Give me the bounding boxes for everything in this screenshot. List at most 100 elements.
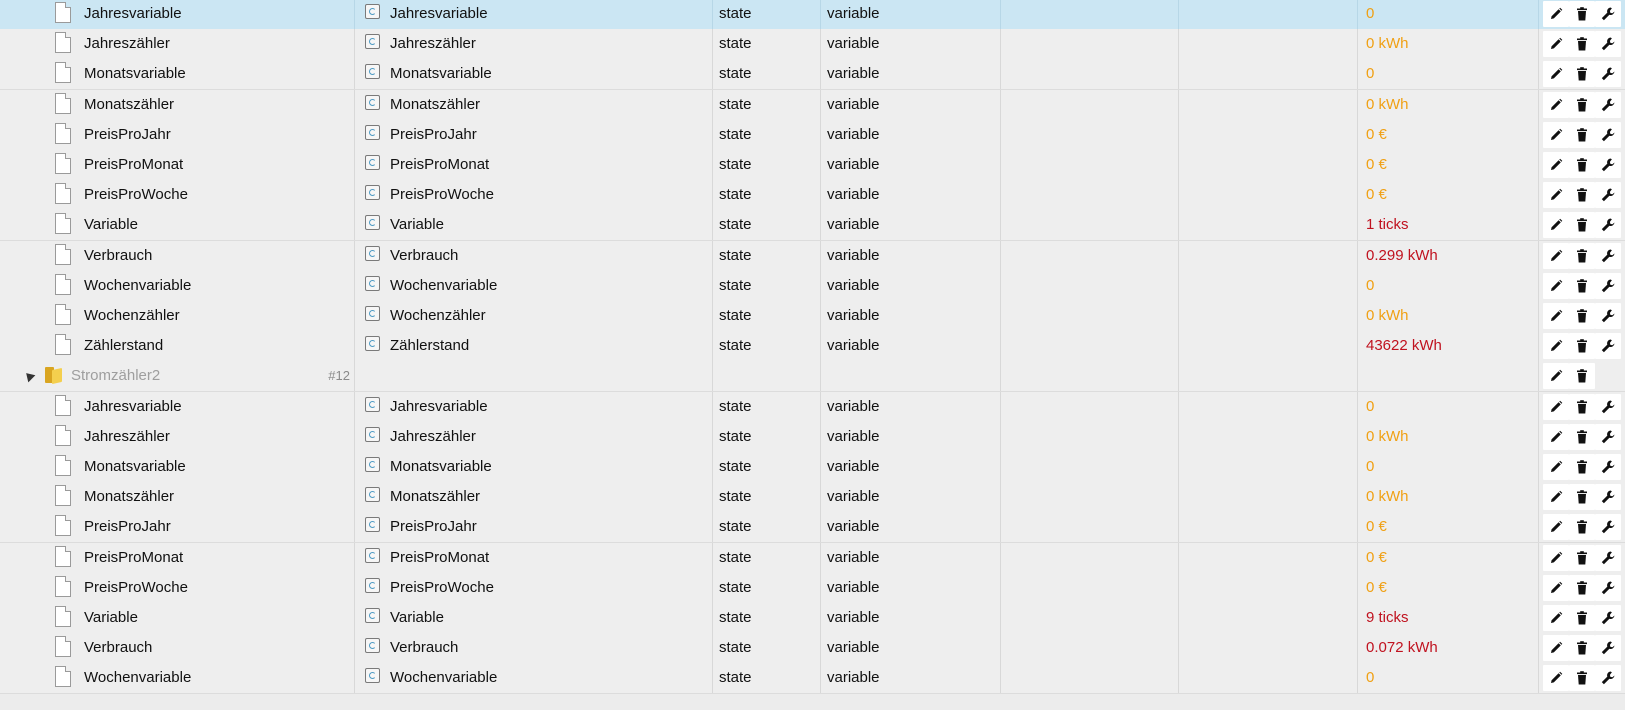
- state-value[interactable]: 0 €: [1366, 150, 1536, 180]
- tree-row[interactable]: Zählerstand Zählerstand state variable 43622…: [0, 331, 1625, 362]
- custom-settings-button[interactable]: [1595, 454, 1621, 480]
- tree-row[interactable]: Jahreszähler Jahreszähler state variable 0 k…: [0, 29, 1625, 60]
- tree-row[interactable]: PreisProJahr PreisProJahr state variable 0 €: [0, 120, 1625, 151]
- delete-button[interactable]: [1569, 545, 1595, 571]
- custom-settings-button[interactable]: [1595, 635, 1621, 661]
- custom-settings-button[interactable]: [1595, 484, 1621, 510]
- tree-row[interactable]: Wochenzähler Wochenzähler state variable 0 k…: [0, 301, 1625, 332]
- tree-folder-row[interactable]: Stromzähler2 #12: [0, 361, 1625, 392]
- edit-button[interactable]: [1543, 635, 1569, 661]
- delete-button[interactable]: [1569, 575, 1595, 601]
- custom-settings-button[interactable]: [1595, 665, 1621, 691]
- delete-button[interactable]: [1569, 273, 1595, 299]
- delete-button[interactable]: [1569, 605, 1595, 631]
- custom-settings-button[interactable]: [1595, 61, 1621, 87]
- state-value[interactable]: 0 kWh: [1366, 422, 1536, 452]
- state-value[interactable]: 0 kWh: [1366, 301, 1536, 331]
- delete-button[interactable]: [1569, 665, 1595, 691]
- tree-row[interactable]: PreisProMonat PreisProMonat state variable 0…: [0, 543, 1625, 574]
- edit-button[interactable]: [1543, 394, 1569, 420]
- edit-button[interactable]: [1543, 1, 1569, 27]
- state-value[interactable]: 0 kWh: [1366, 90, 1536, 120]
- state-value[interactable]: 0: [1366, 663, 1536, 693]
- tree-row[interactable]: Verbrauch Verbrauch state variable 0.072 kWh: [0, 633, 1625, 664]
- state-value[interactable]: 0: [1366, 59, 1536, 89]
- tree-row[interactable]: PreisProWoche PreisProWoche state variable 0…: [0, 180, 1625, 211]
- edit-button[interactable]: [1543, 92, 1569, 118]
- delete-button[interactable]: [1569, 212, 1595, 238]
- custom-settings-button[interactable]: [1595, 122, 1621, 148]
- custom-settings-button[interactable]: [1595, 333, 1621, 359]
- delete-button[interactable]: [1569, 61, 1595, 87]
- delete-button[interactable]: [1569, 92, 1595, 118]
- edit-button[interactable]: [1543, 484, 1569, 510]
- edit-button[interactable]: [1543, 61, 1569, 87]
- edit-button[interactable]: [1543, 31, 1569, 57]
- edit-button[interactable]: [1543, 514, 1569, 540]
- tree-row[interactable]: Monatsvariable Monatsvariable state variabl…: [0, 59, 1625, 90]
- state-value[interactable]: 0: [1366, 0, 1536, 29]
- edit-button[interactable]: [1543, 152, 1569, 178]
- custom-settings-button[interactable]: [1595, 1, 1621, 27]
- custom-settings-button[interactable]: [1595, 31, 1621, 57]
- custom-settings-button[interactable]: [1595, 92, 1621, 118]
- delete-button[interactable]: [1569, 363, 1595, 389]
- state-value[interactable]: 0.299 kWh: [1366, 241, 1536, 271]
- delete-button[interactable]: [1569, 31, 1595, 57]
- edit-button[interactable]: [1543, 424, 1569, 450]
- tree-row[interactable]: PreisProMonat PreisProMonat state variable 0…: [0, 150, 1625, 181]
- state-value[interactable]: 0 €: [1366, 120, 1536, 150]
- tree-row[interactable]: Variable Variable state variable 9 ticks: [0, 603, 1625, 634]
- custom-settings-button[interactable]: [1595, 243, 1621, 269]
- state-value[interactable]: 0: [1366, 271, 1536, 301]
- edit-button[interactable]: [1543, 545, 1569, 571]
- custom-settings-button[interactable]: [1595, 212, 1621, 238]
- delete-button[interactable]: [1569, 424, 1595, 450]
- delete-button[interactable]: [1569, 333, 1595, 359]
- custom-settings-button[interactable]: [1595, 273, 1621, 299]
- custom-settings-button[interactable]: [1595, 152, 1621, 178]
- delete-button[interactable]: [1569, 394, 1595, 420]
- edit-button[interactable]: [1543, 303, 1569, 329]
- edit-button[interactable]: [1543, 575, 1569, 601]
- delete-button[interactable]: [1569, 243, 1595, 269]
- state-value[interactable]: 43622 kWh: [1366, 331, 1536, 361]
- tree-row[interactable]: Wochenvariable Wochenvariable state variabl…: [0, 271, 1625, 302]
- tree-row[interactable]: Monatsvariable Monatsvariable state variabl…: [0, 452, 1625, 483]
- delete-button[interactable]: [1569, 454, 1595, 480]
- tree-row[interactable]: Jahreszähler Jahreszähler state variable 0 k…: [0, 422, 1625, 453]
- edit-button[interactable]: [1543, 273, 1569, 299]
- state-value[interactable]: 0 €: [1366, 543, 1536, 573]
- state-value[interactable]: 0.072 kWh: [1366, 633, 1536, 663]
- delete-button[interactable]: [1569, 122, 1595, 148]
- tree-row[interactable]: Monatszähler Monatszähler state variable 0 k…: [0, 90, 1625, 121]
- state-value[interactable]: 0 €: [1366, 573, 1536, 603]
- delete-button[interactable]: [1569, 182, 1595, 208]
- state-value[interactable]: 0: [1366, 392, 1536, 422]
- edit-button[interactable]: [1543, 454, 1569, 480]
- tree-row[interactable]: PreisProWoche PreisProWoche state variable 0…: [0, 573, 1625, 604]
- tree-row[interactable]: Variable Variable state variable 1 ticks: [0, 210, 1625, 241]
- delete-button[interactable]: [1569, 484, 1595, 510]
- delete-button[interactable]: [1569, 514, 1595, 540]
- edit-button[interactable]: [1543, 665, 1569, 691]
- edit-button[interactable]: [1543, 243, 1569, 269]
- edit-button[interactable]: [1543, 182, 1569, 208]
- state-value[interactable]: 0 €: [1366, 512, 1536, 542]
- edit-button[interactable]: [1543, 212, 1569, 238]
- state-value[interactable]: 0 kWh: [1366, 482, 1536, 512]
- delete-button[interactable]: [1569, 152, 1595, 178]
- tree-row[interactable]: PreisProJahr PreisProJahr state variable 0 €: [0, 512, 1625, 543]
- custom-settings-button[interactable]: [1595, 424, 1621, 450]
- edit-button[interactable]: [1543, 333, 1569, 359]
- tree-row[interactable]: Verbrauch Verbrauch state variable 0.299 kWh: [0, 241, 1625, 272]
- tree-row[interactable]: Monatszähler Monatszähler state variable 0 k…: [0, 482, 1625, 513]
- tree-row[interactable]: Jahresvariable Jahresvariable state variabl…: [0, 0, 1625, 30]
- custom-settings-button[interactable]: [1595, 545, 1621, 571]
- edit-button[interactable]: [1543, 605, 1569, 631]
- state-value[interactable]: 0: [1366, 452, 1536, 482]
- edit-button[interactable]: [1543, 122, 1569, 148]
- delete-button[interactable]: [1569, 1, 1595, 27]
- edit-button[interactable]: [1543, 363, 1569, 389]
- delete-button[interactable]: [1569, 303, 1595, 329]
